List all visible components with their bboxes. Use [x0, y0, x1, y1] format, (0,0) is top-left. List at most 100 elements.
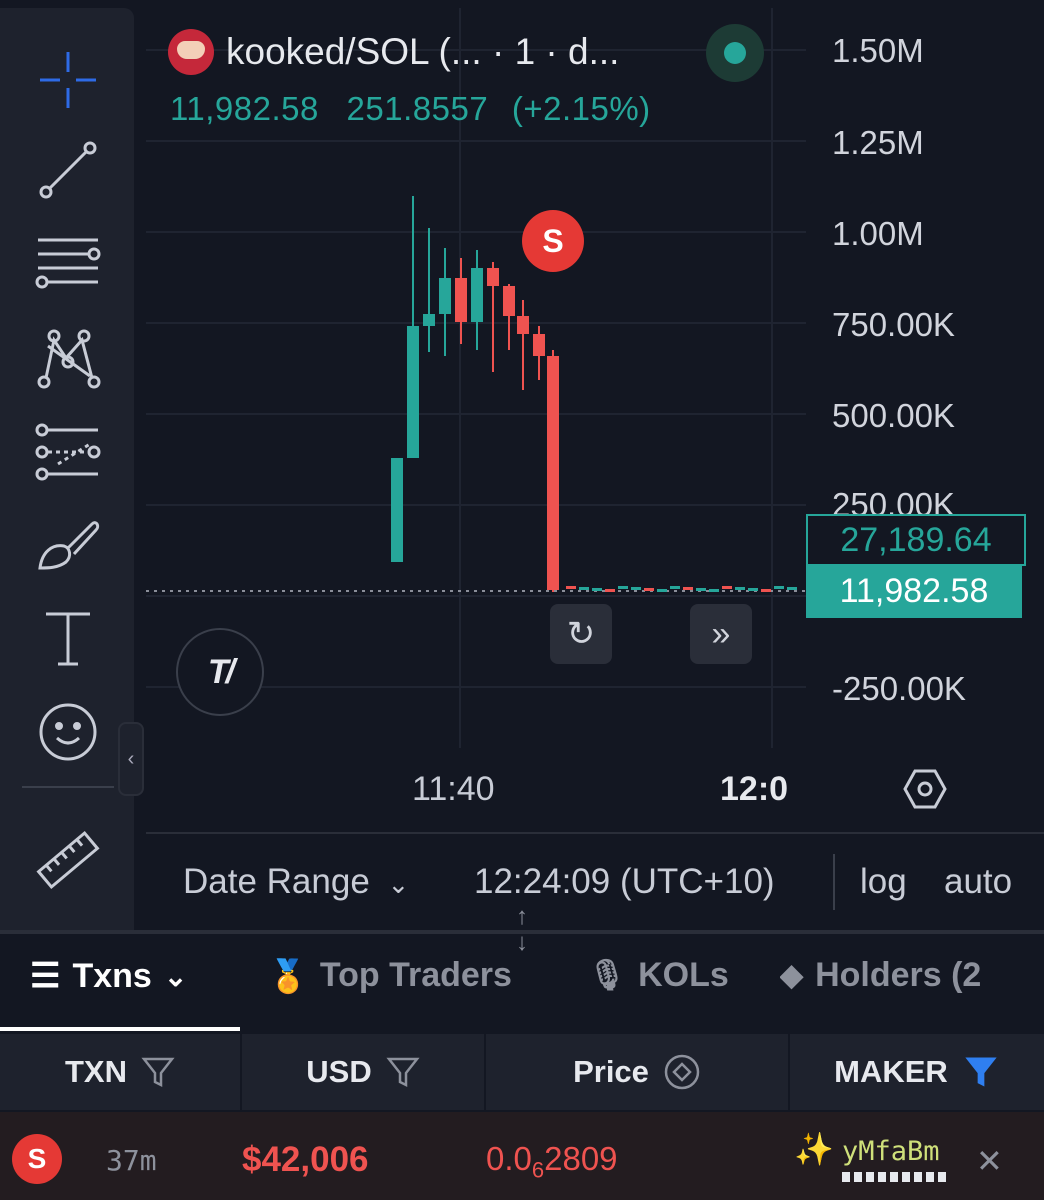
candle-body — [774, 586, 784, 589]
maker-address-link[interactable]: yMfaBm — [842, 1136, 940, 1167]
candle-body — [566, 586, 576, 589]
price-axis-label: 1.00M — [832, 215, 924, 252]
time-axis-label-current: 12:0 — [720, 770, 789, 808]
price-digits: 2809 — [544, 1140, 618, 1177]
candle-body — [709, 589, 719, 592]
price-zero-count: 6 — [531, 1157, 545, 1183]
bottom-bar-divider — [833, 854, 835, 910]
diamond-icon: ◆ — [780, 959, 804, 992]
column-label: Price — [573, 1054, 649, 1089]
toolbar-divider — [22, 786, 114, 788]
rotate-icon: ↻ — [566, 615, 596, 653]
symbol-header[interactable]: kooked/SOL (... · 1 · d... — [168, 26, 619, 78]
prediction-icon[interactable] — [30, 414, 106, 490]
candle-body — [439, 278, 451, 314]
candle-body — [696, 588, 706, 591]
chevron-down-icon: ⌄ — [387, 869, 410, 899]
last-price: 11,982.58 — [170, 90, 319, 127]
maker-progress-bar — [842, 1172, 946, 1182]
candle-body — [517, 316, 529, 334]
tradingview-logo[interactable]: T/ — [176, 628, 264, 716]
ohlc-line: 11,982.58 251.8557 (+2.15%) — [170, 90, 669, 128]
auto-scale-toggle[interactable]: auto — [944, 862, 1012, 902]
pattern-icon[interactable] — [30, 320, 106, 396]
close-icon[interactable]: ✕ — [976, 1142, 1003, 1180]
candle-body — [735, 587, 745, 590]
price-axis-label: 750.00K — [832, 306, 955, 343]
live-dot-icon — [724, 42, 746, 64]
settings-hexagon-icon[interactable] — [902, 766, 948, 812]
candle-body — [761, 589, 771, 592]
candle-body — [644, 588, 654, 591]
log-scale-toggle[interactable]: log — [860, 862, 907, 902]
tab-txns[interactable]: ☰ Txns ⌄ — [30, 956, 187, 996]
date-range-dropdown[interactable]: Date Range ⌄ — [183, 862, 409, 902]
candle-body — [533, 334, 545, 356]
column-label: MAKER — [834, 1054, 948, 1089]
scroll-to-realtime-button[interactable]: » — [690, 604, 752, 664]
candle-body — [670, 586, 680, 589]
price-axis-label: 500.00K — [832, 397, 955, 434]
txn-type-sell-badge: S — [12, 1134, 62, 1184]
txn-price: 0.062809 — [486, 1140, 618, 1184]
timezone-clock[interactable]: 12:24:09 (UTC+10) — [474, 862, 775, 902]
filter-active-icon[interactable] — [962, 1053, 1000, 1091]
microphone-icon: 🎙 — [588, 959, 627, 992]
candle-body — [579, 587, 589, 590]
price-toggle-icon[interactable] — [663, 1053, 701, 1091]
ruler-icon[interactable] — [30, 822, 106, 898]
medal-icon: 🏅 — [268, 957, 308, 994]
toolbar-collapse-button[interactable]: ‹ — [118, 722, 144, 796]
time-axis-label: 11:40 — [412, 770, 495, 808]
candle-body — [657, 589, 667, 592]
candle-body — [683, 587, 693, 590]
crosshair-icon[interactable] — [30, 42, 106, 118]
tab-label: Top Traders — [319, 956, 512, 994]
list-icon: ☰ — [30, 957, 61, 995]
tab-holders[interactable]: ◆ Holders (2 — [780, 956, 1024, 995]
price-axis-label: -250.00K — [832, 670, 966, 707]
candle-body — [423, 314, 435, 326]
candle-body — [471, 268, 483, 322]
trendline-icon[interactable] — [30, 132, 106, 208]
column-txn[interactable]: TXN — [0, 1034, 242, 1110]
candles — [391, 196, 797, 592]
sell-marker[interactable]: S — [522, 210, 584, 272]
tab-label: KOLs — [638, 956, 729, 994]
column-label: USD — [306, 1054, 372, 1089]
text-icon[interactable] — [30, 600, 106, 676]
column-usd[interactable]: USD — [242, 1034, 486, 1110]
price-axis-label: 1.50M — [832, 32, 924, 69]
candle-body — [748, 588, 758, 591]
current-price-tag: 11,982.58 — [806, 564, 1022, 618]
maker-sparkle-icon: ✨ — [794, 1131, 834, 1167]
drawing-toolbar — [0, 8, 134, 930]
reset-chart-button[interactable]: ↻ — [550, 604, 612, 664]
double-chevron-right-icon: » — [711, 614, 731, 653]
filter-icon[interactable] — [386, 1055, 420, 1089]
candle-body — [407, 326, 419, 458]
chevron-down-icon: ⌄ — [163, 960, 188, 992]
column-price[interactable]: Price — [486, 1034, 790, 1110]
tab-top-traders[interactable]: 🏅 Top Traders — [268, 956, 512, 995]
resize-handle-icon[interactable]: ↑ ↓ — [508, 904, 536, 960]
candle-body — [503, 286, 515, 316]
tab-label: Txns — [72, 956, 152, 995]
symbol-title: kooked/SOL (... · 1 · d... — [226, 31, 620, 72]
column-maker[interactable]: MAKER — [790, 1034, 1044, 1110]
price-tag-outline: 27,189.64 — [806, 514, 1026, 566]
filter-icon[interactable] — [141, 1055, 175, 1089]
tab-kols[interactable]: 🎙 KOLs — [588, 956, 729, 995]
candle-body — [618, 586, 628, 589]
candle-body — [455, 278, 467, 322]
candle-body — [631, 587, 641, 590]
candle-body — [487, 268, 499, 286]
emoji-icon[interactable] — [30, 694, 106, 770]
brush-icon[interactable] — [30, 506, 106, 582]
candle-body — [592, 588, 602, 591]
market-status-indicator[interactable] — [706, 24, 764, 82]
column-label: TXN — [65, 1054, 127, 1089]
fib-retracement-icon[interactable] — [30, 224, 106, 300]
price-axis-label: 1.25M — [832, 124, 924, 161]
candle-body — [547, 356, 559, 590]
